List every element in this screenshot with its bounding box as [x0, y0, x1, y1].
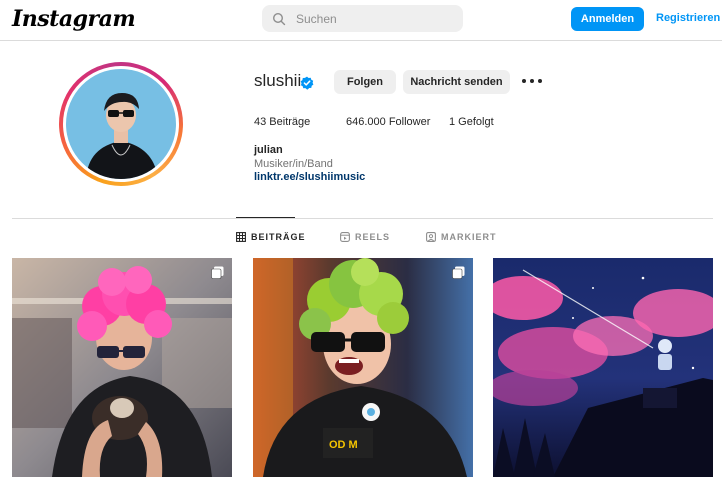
top-nav: Instagram Anmelden Registrieren — [0, 0, 722, 41]
search-icon — [272, 12, 286, 26]
send-message-button[interactable]: Nachricht senden — [403, 70, 510, 94]
post-thumbnail-2[interactable]: OD M — [253, 258, 473, 477]
avatar-story-ring[interactable] — [59, 62, 183, 186]
carousel-icon — [211, 266, 224, 279]
tab-posts-label: BEITRÄGE — [251, 232, 306, 242]
instagram-logo[interactable]: Instagram — [12, 6, 136, 32]
avatar — [66, 69, 176, 179]
post-thumbnail-3[interactable] — [493, 258, 713, 477]
follow-button[interactable]: Folgen — [334, 70, 396, 94]
tab-reels-label: REELS — [355, 232, 391, 242]
profile-category: Musiker/in/Band — [254, 158, 333, 170]
verified-badge-icon — [300, 76, 314, 90]
tab-reels[interactable]: REELS — [340, 232, 390, 242]
profile-full-name: julian — [254, 144, 283, 156]
tab-tagged[interactable]: MARKIERT — [426, 232, 497, 242]
posts-count: 43 Beiträge — [254, 116, 311, 128]
login-button[interactable]: Anmelden — [571, 7, 644, 31]
tabs-divider — [12, 218, 713, 219]
active-tab-indicator — [236, 217, 295, 218]
tab-tagged-label: MARKIERT — [441, 232, 497, 242]
tab-posts[interactable]: BEITRÄGE — [236, 232, 306, 242]
bio-link[interactable]: linktr.ee/slushiimusic — [254, 171, 365, 183]
search-input[interactable] — [296, 11, 456, 26]
profile-username: slushii — [254, 71, 302, 90]
more-options-icon[interactable] — [522, 72, 542, 90]
register-link[interactable]: Registrieren — [656, 12, 720, 24]
reels-icon — [340, 232, 350, 242]
followers-count[interactable]: 646.000 Follower — [346, 116, 449, 128]
svg-text:OD M: OD M — [329, 439, 358, 451]
tagged-icon — [426, 232, 436, 242]
following-count[interactable]: 1 Gefolgt — [449, 116, 494, 128]
carousel-icon — [452, 266, 465, 279]
post-thumbnail-1[interactable] — [12, 258, 232, 477]
search-bar[interactable] — [262, 5, 463, 32]
profile-stats: 43 Beiträge 646.000 Follower 1 Gefolgt — [254, 116, 494, 128]
grid-icon — [236, 232, 246, 242]
